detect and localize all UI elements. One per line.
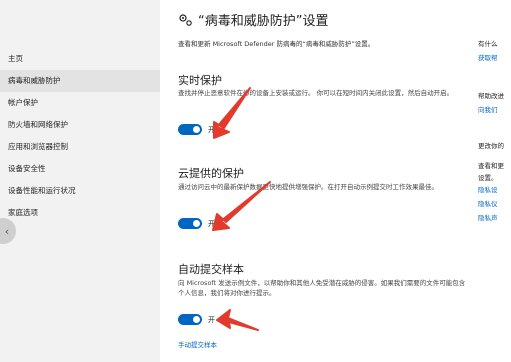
sidebar: 主页 病毒和威胁防护 帐户保护 防火墙和网络保护 应用和浏览器控制 设备安全性 … — [0, 0, 160, 362]
privacy-settings-link[interactable]: 隐私设 — [478, 184, 498, 194]
sidebar-item-device-security[interactable]: 设备安全性 — [0, 158, 160, 180]
sidebar-item-device-performance[interactable]: 设备性能和运行状况 — [0, 180, 160, 202]
sidebar-item-account-protection[interactable]: 帐户保护 — [0, 92, 160, 114]
get-help-link[interactable]: 获取帮 — [478, 52, 498, 62]
improve-question: 帮助改进 — [478, 92, 504, 100]
section-heading-cloud-protection: 云提供的保护 — [178, 167, 244, 180]
section-heading-sample-submission: 自动提交样本 — [178, 263, 244, 276]
help-question: 有什么 — [478, 40, 498, 48]
feedback-link[interactable]: 向我们 — [478, 104, 498, 114]
realtime-protection-toggle[interactable] — [178, 124, 202, 135]
chevron-left-icon: ‹ — [4, 224, 10, 238]
privacy-desc-line1: 查看和更 — [478, 162, 504, 170]
section-desc-realtime-protection: 查找并停止恶意软件在你的设备上安装或运行。 你可以在短时间内关闭此设置，然后自动… — [178, 89, 454, 97]
privacy-desc-line2: 设置。 — [478, 174, 498, 182]
page-title: “病毒和威胁防护”设置 — [198, 14, 329, 29]
right-panel: 有什么 获取帮 帮助改进 向我们 更改你的 查看和更 设置。 隐私设 隐私仪 隐… — [470, 0, 511, 362]
section-desc-sample-submission: 向 Microsoft 发送示例文件，以帮助你和其他人免受潜在威胁的侵害。如果我… — [178, 279, 466, 297]
sidebar-item-firewall-network[interactable]: 防火墙和网络保护 — [0, 114, 160, 136]
sidebar-item-app-browser-control[interactable]: 应用和浏览器控制 — [0, 136, 160, 158]
gear-icon — [179, 14, 192, 26]
privacy-dashboard-link[interactable]: 隐私仪 — [478, 198, 498, 208]
sidebar-item-family-options[interactable]: 家庭选项 — [0, 202, 160, 224]
sample-submission-toggle[interactable] — [178, 314, 202, 325]
cloud-protection-toggle[interactable] — [178, 218, 202, 229]
cloud-protection-toggle-label: 开 — [208, 220, 215, 228]
sidebar-item-virus-threat-protection[interactable]: 病毒和威胁防护 — [0, 70, 160, 92]
manual-sample-submit-link[interactable]: 手动提交样本 — [178, 339, 217, 349]
sidebar-item-home[interactable]: 主页 — [0, 48, 160, 70]
privacy-heading: 更改你的 — [478, 142, 504, 150]
sample-submission-toggle-label: 开 — [208, 316, 215, 324]
page-subtitle: 查看和更新 Microsoft Defender 防病毒的“病毒和威胁防护”设置… — [178, 40, 375, 48]
privacy-statement-link[interactable]: 隐私声 — [478, 212, 498, 222]
realtime-protection-toggle-label: 开 — [208, 126, 215, 134]
section-desc-cloud-protection: 通过访问云中的最新保护数据更快地提供增强保护。在打开自动示例提交时工作效果最佳。 — [178, 183, 438, 191]
section-heading-realtime-protection: 实时保护 — [178, 74, 222, 87]
main-content: “病毒和威胁防护”设置 查看和更新 Microsoft Defender 防病毒… — [160, 0, 470, 362]
